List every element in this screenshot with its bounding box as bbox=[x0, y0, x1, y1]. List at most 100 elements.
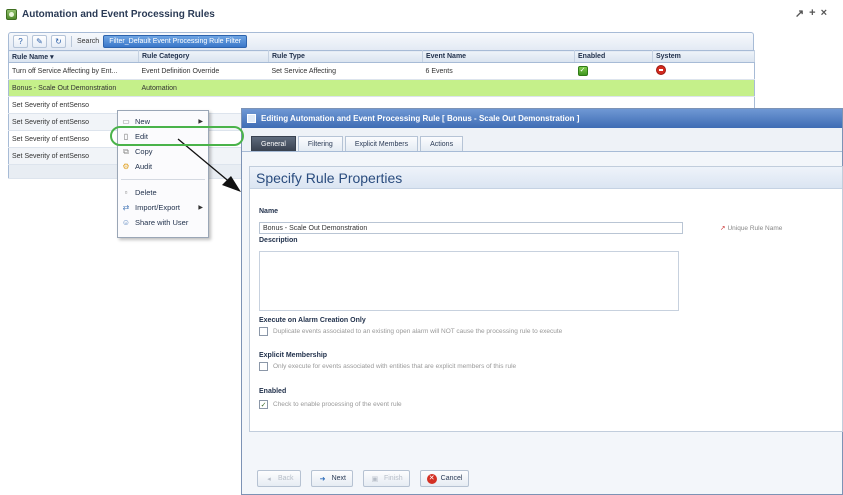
edit-highlight-ring bbox=[110, 126, 244, 146]
column-system[interactable]: System bbox=[652, 50, 755, 63]
refresh-icon: ↻ bbox=[55, 37, 62, 46]
dialog-titlebar[interactable]: Editing Automation and Event Processing … bbox=[242, 109, 842, 128]
unique-note-text: Unique Rule Name bbox=[727, 224, 783, 232]
submenu-arrow-icon: ▶ bbox=[198, 119, 203, 125]
wizard-buttons: ◂ Back ➜ Next ▣ Finish ✕ Cancel bbox=[257, 470, 470, 487]
name-field-value: Bonus - Scale Out Demonstration bbox=[263, 224, 368, 232]
cell-rule-type: Set Service Affecting bbox=[268, 62, 423, 80]
portlet-controls: ↗ + × bbox=[795, 7, 827, 20]
cell-enabled bbox=[574, 79, 653, 97]
not-system-icon bbox=[655, 65, 666, 75]
close-icon[interactable]: × bbox=[821, 7, 827, 20]
next-label: Next bbox=[331, 475, 346, 482]
import-export-icon: ⇄ bbox=[122, 203, 130, 212]
column-rule-category[interactable]: Rule Category bbox=[138, 50, 269, 63]
menu-item-delete[interactable]: ▫ Delete bbox=[118, 185, 208, 200]
cell-system bbox=[652, 62, 755, 80]
enabled-text: Check to enable processing of the event … bbox=[273, 401, 402, 408]
toolbar-separator bbox=[71, 36, 72, 47]
table-row-selected[interactable]: Bonus - Scale Out Demonstration Automati… bbox=[8, 79, 755, 97]
next-arrow-icon: ➜ bbox=[319, 475, 326, 483]
dialog-title: Editing Automation and Event Processing … bbox=[261, 114, 580, 123]
enabled-label: Enabled bbox=[259, 388, 287, 395]
help-icon: ? bbox=[18, 37, 23, 46]
menu-item-label: Delete bbox=[135, 188, 157, 197]
add-icon[interactable]: + bbox=[809, 7, 815, 20]
cell-rule-name: Bonus - Scale Out Demonstration bbox=[8, 79, 139, 97]
dialog-icon bbox=[247, 114, 256, 123]
explicit-option: Only execute for events associated with … bbox=[259, 362, 516, 371]
name-field[interactable]: Bonus - Scale Out Demonstration bbox=[259, 222, 683, 234]
menu-item-label: Audit bbox=[135, 162, 153, 171]
enabled-check-icon: ✓ bbox=[577, 66, 588, 76]
name-label: Name bbox=[259, 208, 279, 215]
explicit-text: Only execute for events associated with … bbox=[273, 363, 517, 370]
dialog-tabs: General Filtering Explicit Members Actio… bbox=[242, 128, 842, 152]
tab-filtering[interactable]: Filtering bbox=[297, 136, 343, 151]
menu-item-copy[interactable]: ⧉ Copy bbox=[118, 144, 208, 159]
enabled-checkbox[interactable]: ✓ bbox=[259, 400, 268, 409]
menu-item-label: Import/Export bbox=[135, 203, 181, 212]
table-header: Rule Name ▾ Rule Category Rule Type Even… bbox=[8, 50, 755, 63]
cancel-button[interactable]: ✕ Cancel bbox=[419, 470, 470, 487]
description-label: Description bbox=[259, 237, 298, 244]
filter-chip[interactable]: Filter_Default Event Processing Rule Fil… bbox=[103, 35, 248, 48]
execute-checkbox[interactable] bbox=[259, 327, 268, 336]
menu-item-import-export[interactable]: ⇄ Import/Export ▶ bbox=[118, 200, 208, 215]
explicit-checkbox[interactable] bbox=[259, 362, 268, 371]
cancel-label: Cancel bbox=[440, 475, 463, 482]
tab-actions[interactable]: Actions bbox=[420, 136, 464, 151]
cell-rule-type bbox=[268, 79, 423, 97]
required-marker-icon: ↗ bbox=[720, 225, 726, 232]
unique-name-note: ↗ Unique Rule Name bbox=[720, 224, 783, 233]
enabled-option: ✓ Check to enable processing of the even… bbox=[259, 400, 402, 409]
pencil-icon: ✎ bbox=[36, 37, 43, 46]
next-button[interactable]: ➜ Next bbox=[310, 470, 353, 487]
refresh-button[interactable]: ↻ bbox=[51, 35, 66, 48]
dialog-body: Specify Rule Properties Name Bonus - Sca… bbox=[249, 166, 843, 432]
portlet-title: Automation and Event Processing Rules bbox=[22, 8, 215, 20]
cell-system bbox=[652, 79, 755, 97]
explicit-label: Explicit Membership bbox=[259, 352, 328, 359]
new-icon: ▭ bbox=[122, 117, 130, 126]
column-enabled[interactable]: Enabled bbox=[574, 50, 653, 63]
portlet-header: Automation and Event Processing Rules bbox=[6, 7, 215, 21]
column-rule-name[interactable]: Rule Name ▾ bbox=[8, 50, 139, 63]
back-arrow-icon: ◂ bbox=[267, 475, 271, 483]
column-event-name[interactable]: Event Name bbox=[422, 50, 575, 63]
copy-icon: ⧉ bbox=[123, 146, 129, 156]
table-row[interactable]: Turn off Service Affecting by Ent... Eve… bbox=[8, 62, 755, 80]
share-icon: ☺ bbox=[121, 218, 131, 227]
tab-explicit-members[interactable]: Explicit Members bbox=[344, 136, 419, 151]
cell-rule-name: Turn off Service Affecting by Ent... bbox=[8, 62, 139, 80]
section-title: Specify Rule Properties bbox=[250, 167, 842, 189]
menu-item-label: Share with User bbox=[135, 218, 189, 227]
tab-general[interactable]: General bbox=[251, 136, 296, 151]
finish-button[interactable]: ▣ Finish bbox=[362, 470, 410, 487]
help-button[interactable]: ? bbox=[13, 35, 28, 48]
column-rule-type[interactable]: Rule Type bbox=[268, 50, 423, 63]
menu-item-label: New bbox=[135, 117, 151, 126]
back-button[interactable]: ◂ Back bbox=[257, 470, 301, 487]
maximize-icon[interactable]: ↗ bbox=[795, 7, 804, 20]
menu-divider bbox=[121, 179, 205, 180]
audit-icon: ⚙ bbox=[122, 162, 130, 171]
execute-text: Duplicate events associated to an existi… bbox=[273, 328, 563, 335]
submenu-arrow-icon: ▶ bbox=[198, 205, 203, 211]
menu-item-label: Copy bbox=[135, 147, 153, 156]
edit-button[interactable]: ✎ bbox=[32, 35, 47, 48]
execute-option: Duplicate events associated to an existi… bbox=[259, 327, 562, 336]
automation-icon bbox=[6, 8, 17, 20]
cell-rule-category: Automation bbox=[138, 79, 269, 97]
search-button[interactable]: Search bbox=[77, 38, 99, 45]
menu-item-share[interactable]: ☺ Share with User bbox=[118, 215, 208, 230]
cancel-icon: ✕ bbox=[426, 473, 437, 484]
cell-rule-category: Event Definition Override bbox=[138, 62, 269, 80]
menu-item-audit[interactable]: ⚙ Audit bbox=[118, 159, 208, 174]
edit-rule-dialog: Editing Automation and Event Processing … bbox=[241, 108, 843, 495]
cell-enabled: ✓ bbox=[574, 62, 653, 80]
finish-icon: ▣ bbox=[371, 475, 379, 483]
finish-label: Finish bbox=[383, 475, 403, 482]
description-field[interactable] bbox=[259, 251, 679, 311]
grid-toolbar: ? ✎ ↻ Search Filter_Default Event Proces… bbox=[8, 32, 754, 50]
